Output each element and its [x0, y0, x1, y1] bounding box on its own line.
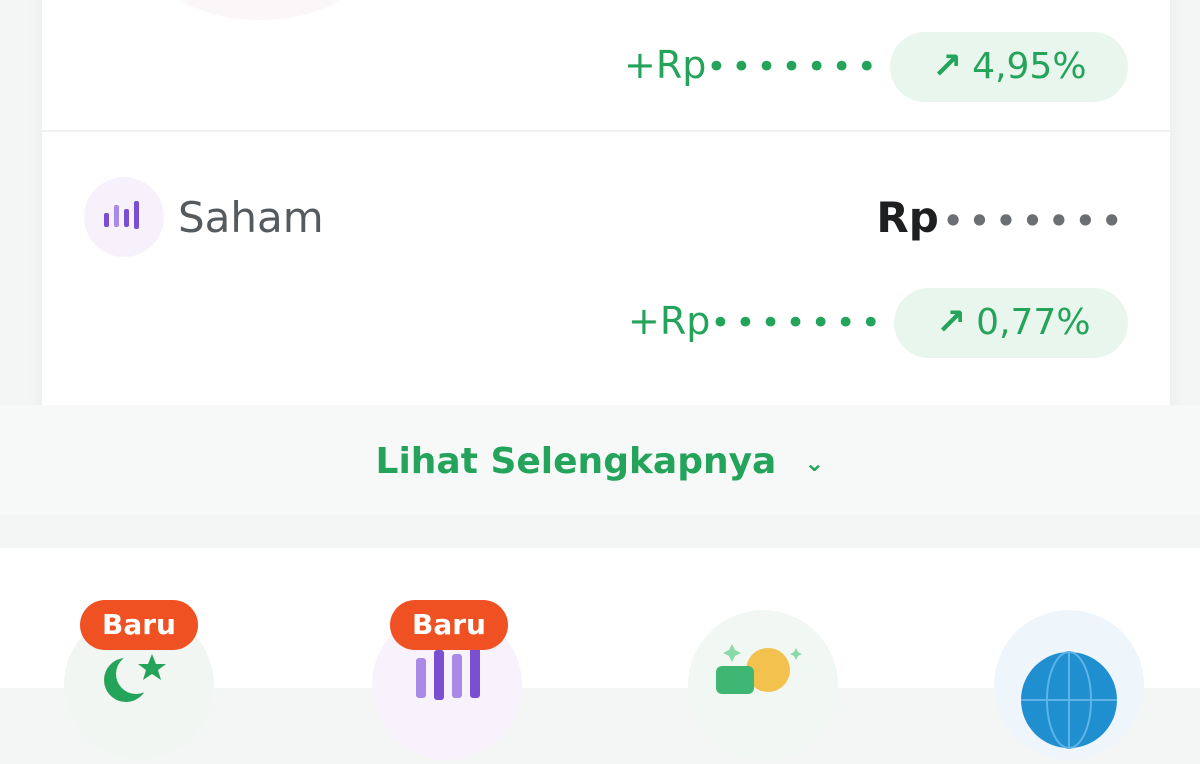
holding-value: Rp ••••••• — [876, 190, 1128, 249]
candlestick-chart-icon — [84, 177, 164, 257]
chevron-down-icon: ⌄ — [804, 449, 825, 477]
menu-item-global[interactable] — [994, 610, 1144, 760]
gold-coin-wallet-icon — [716, 644, 802, 694]
asset-avatar — [160, 0, 360, 20]
change-percent-badge: ↗ 4,95% — [890, 32, 1128, 102]
change-percent-badge: ↗ 0,77% — [894, 288, 1128, 358]
holding-label: Saham — [178, 193, 324, 242]
see-more-button[interactable]: Lihat Selengkapnya ⌄ — [0, 440, 1200, 485]
new-badge: Baru — [80, 600, 198, 650]
gain-amount: +Rp••••••• — [628, 286, 886, 356]
gain-amount: +Rp••••••• — [624, 30, 882, 100]
gain-prefix: +Rp — [628, 299, 711, 343]
gain-masked-value: ••••••• — [706, 47, 882, 87]
change-percent-value: 0,77% — [976, 302, 1091, 343]
arrow-up-right-icon: ↗ — [936, 302, 967, 343]
see-more-label: Lihat Selengkapnya — [375, 441, 777, 482]
change-percent-value: 4,95% — [972, 46, 1087, 87]
value-masked: ••••••• — [942, 202, 1128, 240]
new-badge: Baru — [390, 600, 508, 650]
value-prefix: Rp — [876, 193, 939, 242]
arrow-up-right-icon: ↗ — [932, 46, 963, 87]
menu-item-gold[interactable] — [688, 610, 838, 760]
gain-masked-value: ••••••• — [710, 303, 886, 343]
row-divider — [42, 130, 1170, 132]
gain-prefix: +Rp — [624, 43, 707, 87]
globe-icon — [1021, 651, 1117, 749]
